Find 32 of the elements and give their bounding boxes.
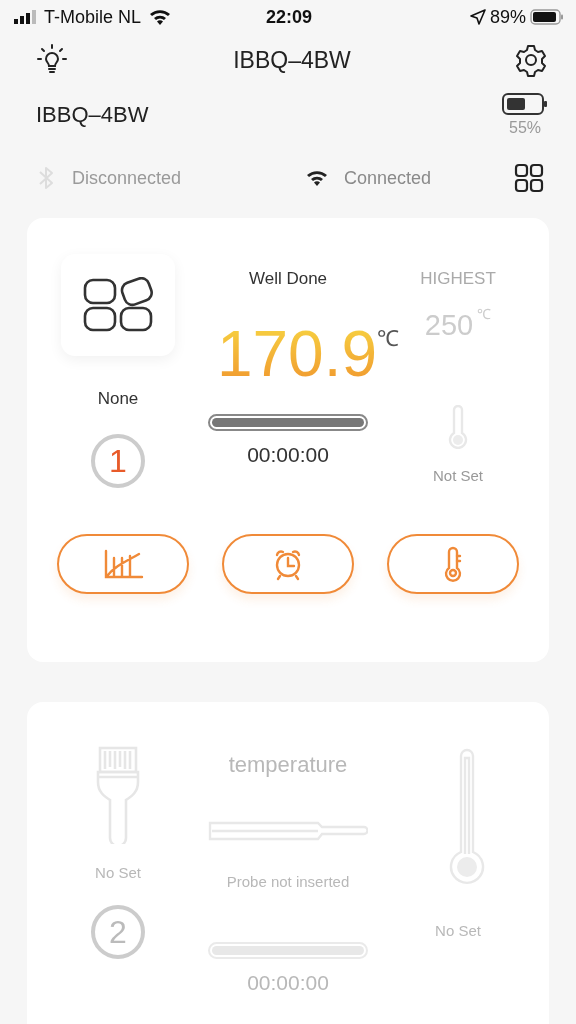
grid-icon[interactable] bbox=[514, 163, 544, 193]
target-label: Not Set bbox=[433, 466, 483, 486]
connection-status: Disconnected bbox=[72, 166, 182, 190]
food-label: No Set bbox=[95, 863, 141, 883]
temperature-unit: ℃ bbox=[377, 324, 400, 353]
battery-percentage: 89% bbox=[490, 5, 526, 29]
settings-icon[interactable] bbox=[514, 43, 548, 77]
battery-icon bbox=[530, 9, 564, 25]
probe-number: 2 bbox=[91, 904, 145, 959]
probe-number: 1 bbox=[91, 433, 145, 488]
brush-icon bbox=[94, 746, 142, 844]
timer: 00:00:00 bbox=[247, 441, 329, 468]
temperature-unit: ℃ bbox=[477, 304, 492, 324]
grid-icon bbox=[83, 277, 153, 333]
probe-title: temperature bbox=[228, 751, 348, 779]
probe-status: Probe not inserted bbox=[226, 872, 350, 892]
food-tile[interactable] bbox=[61, 254, 175, 356]
status-time: 22:09 bbox=[266, 5, 313, 29]
app-title: IBBQ–4BW bbox=[233, 45, 351, 75]
target-label: No Set bbox=[435, 921, 481, 941]
timer: 00:00:00 bbox=[247, 969, 329, 996]
food-label: None bbox=[97, 388, 139, 410]
battery-icon bbox=[502, 92, 548, 116]
device-name: IBBQ–4BW bbox=[36, 101, 149, 129]
battery-percentage: 55% bbox=[509, 118, 541, 138]
connection-status: Connected bbox=[344, 166, 432, 190]
location-arrow-icon bbox=[470, 9, 486, 25]
highest-label: HIGHEST bbox=[420, 268, 496, 290]
signal-icon bbox=[14, 10, 36, 24]
wifi-icon bbox=[149, 9, 172, 25]
doneness-label: Well Done bbox=[248, 268, 328, 290]
carrier-name: T-Mobile NL bbox=[44, 5, 142, 29]
